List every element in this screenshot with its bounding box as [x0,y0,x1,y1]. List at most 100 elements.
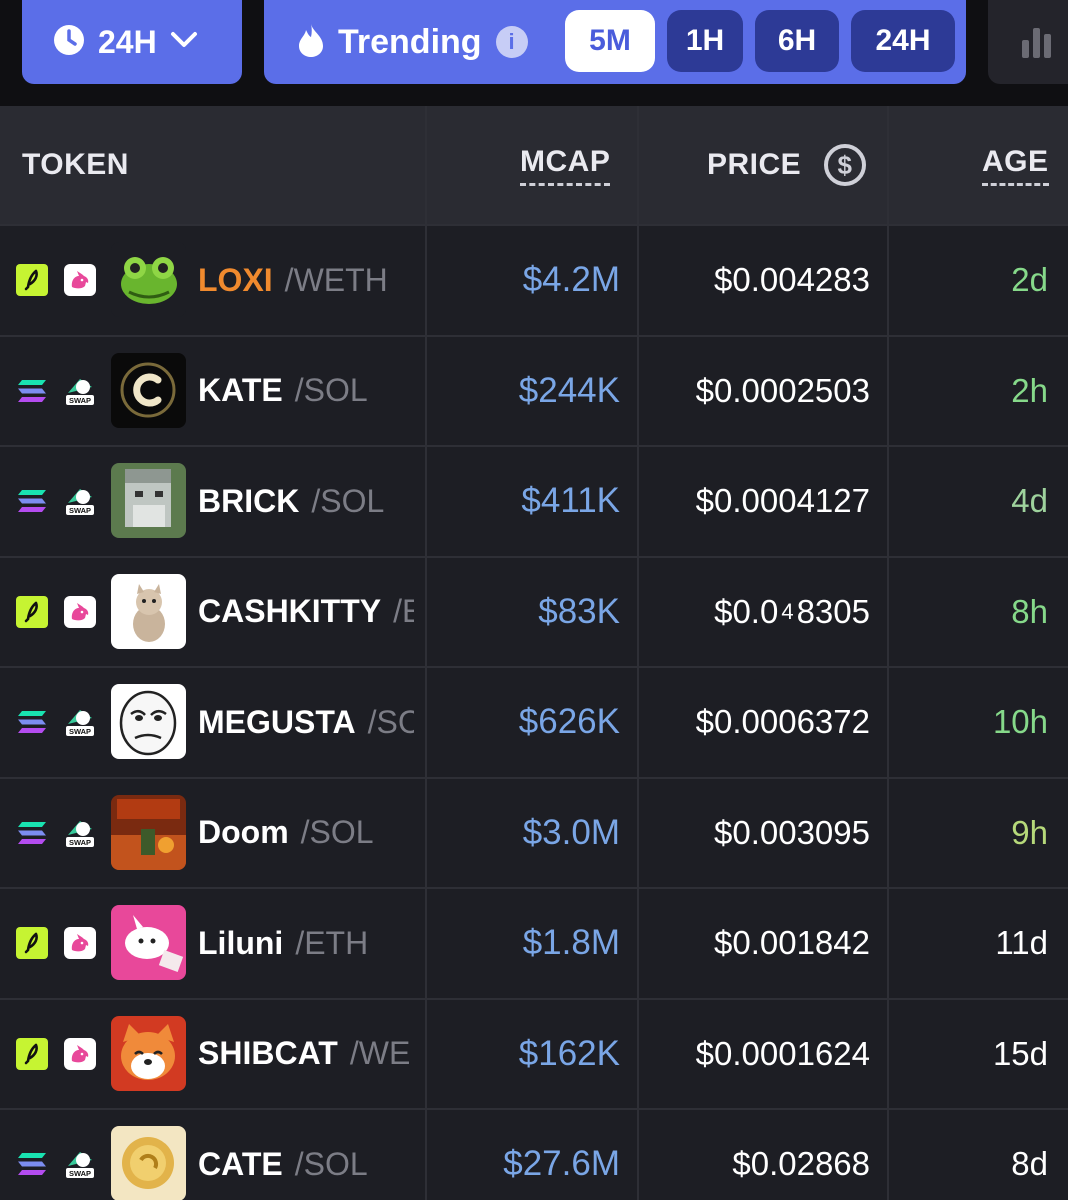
chart-toggle-button[interactable] [988,0,1068,84]
market-cap: $626K [518,702,620,741]
token-age: 11d [995,924,1048,961]
solana-icon [16,337,48,445]
kitten-avatar [111,573,186,649]
swap-dex-icon: SWAP [64,447,96,555]
market-cap: $1.8M [522,923,620,962]
token-name[interactable]: KATE/SOL [198,337,414,445]
header-price[interactable]: PRICE $ [707,106,867,224]
token-pair: /SOL [300,814,374,850]
token-symbol: Doom [198,814,289,850]
svg-text:SWAP: SWAP [69,1169,91,1178]
market-cap: $411K [521,481,620,520]
interval-tab-1h[interactable]: 1H [667,10,743,72]
token-symbol: KATE [198,372,283,408]
unicorn-dex-icon [64,558,96,666]
price-value: $0.0004127 [695,482,870,519]
bar-chart-icon-bar [1033,28,1040,58]
token-name[interactable]: SHIBCAT/WE [198,1000,414,1108]
price-value: $0.02868 [732,1145,870,1182]
token-pair: /SOL [311,482,385,519]
solana-icon [16,668,48,776]
bar-chart-icon-bar [1044,34,1051,58]
chevron-down-icon [169,30,199,55]
swap-dex-icon: SWAP [64,668,96,776]
token-age: 8h [1011,592,1048,630]
price-value: $0.001842 [714,924,870,961]
table-row[interactable]: SWAP MEGUSTA/SC $626K $0.0006372 10h [0,666,1068,777]
kate-avatar [111,352,186,428]
interval-tab-5m[interactable]: 5M [565,10,655,72]
top-toolbar: 24H Trending i 5M 1H 6H 24H [0,0,1068,106]
unicorn-dex-icon [64,1000,96,1108]
megusta-avatar [111,684,186,759]
token-name[interactable]: BRICK/SOL [198,447,414,555]
token-age: 15d [992,1034,1048,1072]
table-row[interactable]: SWAP KATE/SOL $244K $0.0002503 2h [0,334,1068,445]
token-price: $0.003095 [640,779,870,887]
price-value: $0.004283 [714,261,870,298]
column-divider [637,106,639,1200]
interval-tab-6h[interactable]: 6H [755,10,839,72]
token-price: $0.02868 [640,1110,870,1200]
token-age: 9h [1011,813,1048,851]
bolt-chain-icon [16,226,48,334]
table-row[interactable]: SWAP BRICK/SOL $411K $0.0004127 4d [0,445,1068,556]
table-row[interactable]: SWAP Doom/SOL $3.0M $0.003095 9h [0,776,1068,887]
token-price: $0.0001624 [640,1000,870,1108]
shibcat-avatar [111,1015,186,1091]
header-age-label: AGE [982,145,1049,186]
column-divider [425,106,427,1200]
token-name[interactable]: Doom/SOL [198,779,414,887]
token-name[interactable]: LOXI/WETH [198,226,414,334]
token-symbol: Liluni [198,924,284,961]
solana-icon [16,779,48,887]
price-value: $0.0002503 [695,371,870,409]
token-age: 10h [992,703,1048,740]
token-name[interactable]: CATE/SOL [198,1110,414,1200]
timeframe-label: 24H [98,23,157,60]
dollar-circle-icon[interactable]: $ [823,143,867,187]
token-age: 8d [1011,1145,1048,1182]
token-name[interactable]: Liluni/ETH [198,889,414,997]
interval-tab-24h[interactable]: 24H [851,10,955,72]
token-pair: /WE [349,1035,411,1071]
solana-icon [16,1110,48,1200]
token-age: 2d [1011,261,1048,298]
token-price: $0.001842 [640,889,870,997]
timeframe-dropdown[interactable]: 24H [22,0,242,84]
doom-avatar [111,794,186,870]
clock-icon [52,23,86,62]
market-cap: $27.6M [503,1144,620,1183]
info-icon[interactable]: i [495,26,528,58]
bar-chart-icon [1022,40,1029,58]
token-symbol: MEGUSTA [198,703,356,740]
token-age: 2h [1011,371,1048,409]
swap-dex-icon: SWAP [64,337,96,445]
table-row[interactable]: SHIBCAT/WE $162K $0.0001624 15d [0,997,1068,1108]
unicorn-dex-icon [64,226,96,334]
market-cap: $244K [518,370,620,410]
token-pair: /WETH [284,261,388,298]
token-name[interactable]: MEGUSTA/SC [198,668,414,776]
token-name[interactable]: CASHKITTY/E [198,558,414,666]
header-age[interactable]: AGE [982,106,1049,224]
table-row[interactable]: CASHKITTY/E $83K $0.0 4 8305 8h [0,555,1068,666]
svg-text:SWAP: SWAP [69,396,91,405]
token-table: TOKEN MCAP PRICE $ AGE LOXI/WETH $4.2M $… [0,106,1068,1200]
table-row[interactable]: LOXI/WETH $4.2M $0.004283 2d [0,224,1068,335]
market-cap: $83K [538,591,620,631]
token-pair: /E [393,593,414,629]
token-price: $0.0004127 [640,447,870,555]
header-token[interactable]: TOKEN [22,106,129,224]
table-row[interactable]: SWAP CATE/SOL $27.6M $0.02868 8d [0,1108,1068,1200]
svg-text:SWAP: SWAP [69,838,91,847]
svg-text:SWAP: SWAP [69,727,91,736]
price-value: $0.0001624 [695,1034,870,1072]
trending-label: Trending [338,22,482,61]
swap-dex-icon: SWAP [64,779,96,887]
token-age: 4d [1011,482,1048,519]
header-mcap[interactable]: MCAP [520,106,611,224]
table-row[interactable]: Liluni/ETH $1.8M $0.001842 11d [0,887,1068,998]
price-zero-count: 4 [781,598,794,624]
market-cap: $4.2M [522,260,620,299]
